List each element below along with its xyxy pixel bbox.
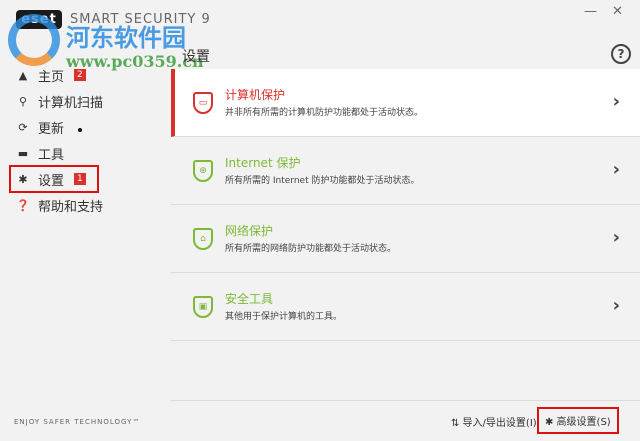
- status-dot: [78, 128, 83, 132]
- sidebar-item-label: 计算机扫描: [38, 95, 104, 111]
- help-icon: ❓: [16, 198, 30, 212]
- card-title: 网络保护: [225, 224, 274, 238]
- sidebar-item-update[interactable]: ⟳ 更新: [0, 114, 170, 140]
- gear-icon: ✱: [18, 172, 28, 186]
- computer-protection-card[interactable]: ▭ 计算机保护并非所有所需的计算机防护功能都处于活动状态。 ›: [171, 69, 640, 137]
- refresh-icon: ⟳: [18, 120, 28, 134]
- card-description: 并非所有所需的计算机防护功能都处于活动状态。: [225, 108, 424, 118]
- sidebar: ▲ 主页 2 ⚲ 计算机扫描 ⟳ 更新 ▬ 工具 ✱ 设置 1 ❓ 帮助和支持: [0, 62, 170, 218]
- card-title: 计算机保护: [225, 88, 286, 102]
- card-description: 其他用于保护计算机的工具。: [225, 312, 343, 322]
- shield-globe-icon: ⊕: [193, 159, 213, 182]
- close-button[interactable]: ✕: [612, 4, 623, 19]
- toolbox-icon: ▬: [17, 146, 29, 160]
- chevron-right-icon: ›: [612, 91, 620, 112]
- search-icon: ⚲: [18, 94, 28, 108]
- network-protection-card[interactable]: ⌂ 网络保护所有所需的网络防护功能都处于活动状态。 ›: [171, 205, 640, 273]
- chevron-right-icon: ›: [612, 159, 620, 180]
- notification-badge: 1: [74, 173, 86, 185]
- product-name: SMART SECURITY 9: [70, 12, 211, 27]
- sidebar-item-label: 工具: [38, 147, 65, 163]
- minimize-button[interactable]: —: [584, 4, 597, 19]
- card-description: 所有所需的网络防护功能都处于活动状态。: [225, 244, 397, 254]
- advanced-settings-button[interactable]: ✱ 高级设置(S): [537, 407, 619, 434]
- eset-logo: eset: [16, 10, 62, 29]
- notification-badge: 2: [74, 69, 86, 81]
- sidebar-item-tools[interactable]: ▬ 工具: [0, 140, 170, 166]
- sidebar-item-scan[interactable]: ⚲ 计算机扫描: [0, 88, 170, 114]
- settings-list: ▭ 计算机保护并非所有所需的计算机防护功能都处于活动状态。 › ⊕ Internet …: [171, 69, 640, 341]
- internet-protection-card[interactable]: ⊕ Internet 保护所有所需的 Internet 防护功能都处于活动状态。 ›: [171, 137, 640, 205]
- shield-network-icon: ⌂: [193, 227, 213, 250]
- import-export-settings-button[interactable]: ⇅ 导入/导出设置(I): [451, 414, 537, 429]
- warning-icon: ▲: [18, 68, 28, 82]
- sidebar-item-label: 帮助和支持: [38, 199, 104, 215]
- security-tools-card[interactable]: ▣ 安全工具其他用于保护计算机的工具。 ›: [171, 273, 640, 341]
- tagline: ENJOY SAFER TECHNOLOGY™: [14, 418, 141, 426]
- card-title: 安全工具: [225, 292, 274, 306]
- sidebar-item-label: 主页: [38, 69, 65, 85]
- card-title: Internet 保护: [225, 156, 301, 170]
- shield-computer-icon: ▭: [193, 91, 213, 114]
- help-button[interactable]: ?: [611, 44, 631, 64]
- page-title: 设置: [182, 49, 210, 65]
- sidebar-item-label: 更新: [38, 121, 65, 137]
- sidebar-item-home[interactable]: ▲ 主页 2: [0, 62, 170, 88]
- footer: ⇅ 导入/导出设置(I) ✱ 高级设置(S): [171, 400, 640, 441]
- sidebar-item-settings[interactable]: ✱ 设置 1: [9, 165, 99, 193]
- chevron-right-icon: ›: [612, 295, 620, 316]
- shield-toolbox-icon: ▣: [193, 295, 213, 318]
- card-description: 所有所需的 Internet 防护功能都处于活动状态。: [225, 176, 420, 186]
- sidebar-item-help[interactable]: ❓ 帮助和支持: [0, 192, 170, 218]
- sidebar-item-label: 设置: [38, 173, 65, 189]
- title-bar: eset SMART SECURITY 9 — ✕: [0, 0, 640, 40]
- chevron-right-icon: ›: [612, 227, 620, 248]
